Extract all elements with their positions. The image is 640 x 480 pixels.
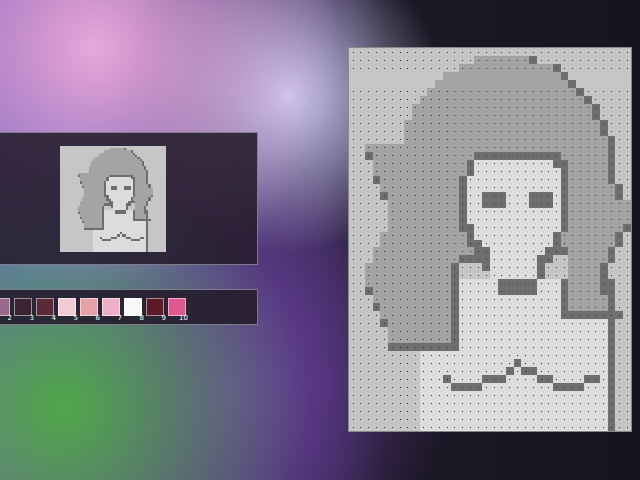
color-swatch[interactable]: 10 [168,298,186,316]
left-column: 2345678910 [0,0,330,480]
swatch-number: 9 [162,315,166,322]
swatch-row: 2345678910 [0,298,186,316]
preview-thumbnail [60,146,166,252]
swatch-number: 2 [8,315,12,322]
swatch-number: 4 [52,315,56,322]
canvas-frame [348,47,632,432]
color-swatch[interactable]: 2 [0,298,10,316]
swatch-number: 5 [74,315,78,322]
color-swatch[interactable]: 7 [102,298,120,316]
preview-panel [0,132,258,265]
color-swatch[interactable]: 3 [14,298,32,316]
pixel-canvas[interactable] [349,48,631,431]
swatch-number: 6 [96,315,100,322]
color-swatch[interactable]: 6 [80,298,98,316]
swatch-number: 10 [179,315,188,322]
color-swatch[interactable]: 8 [124,298,142,316]
swatch-number: 3 [30,315,34,322]
color-swatch[interactable]: 5 [58,298,76,316]
game-screen: 2345678910 [0,0,640,480]
swatch-number: 8 [140,315,144,322]
color-swatch[interactable]: 4 [36,298,54,316]
palette-bar: 2345678910 [0,289,258,325]
color-swatch[interactable]: 9 [146,298,164,316]
canvas-area [330,0,640,480]
swatch-number: 7 [118,315,122,322]
